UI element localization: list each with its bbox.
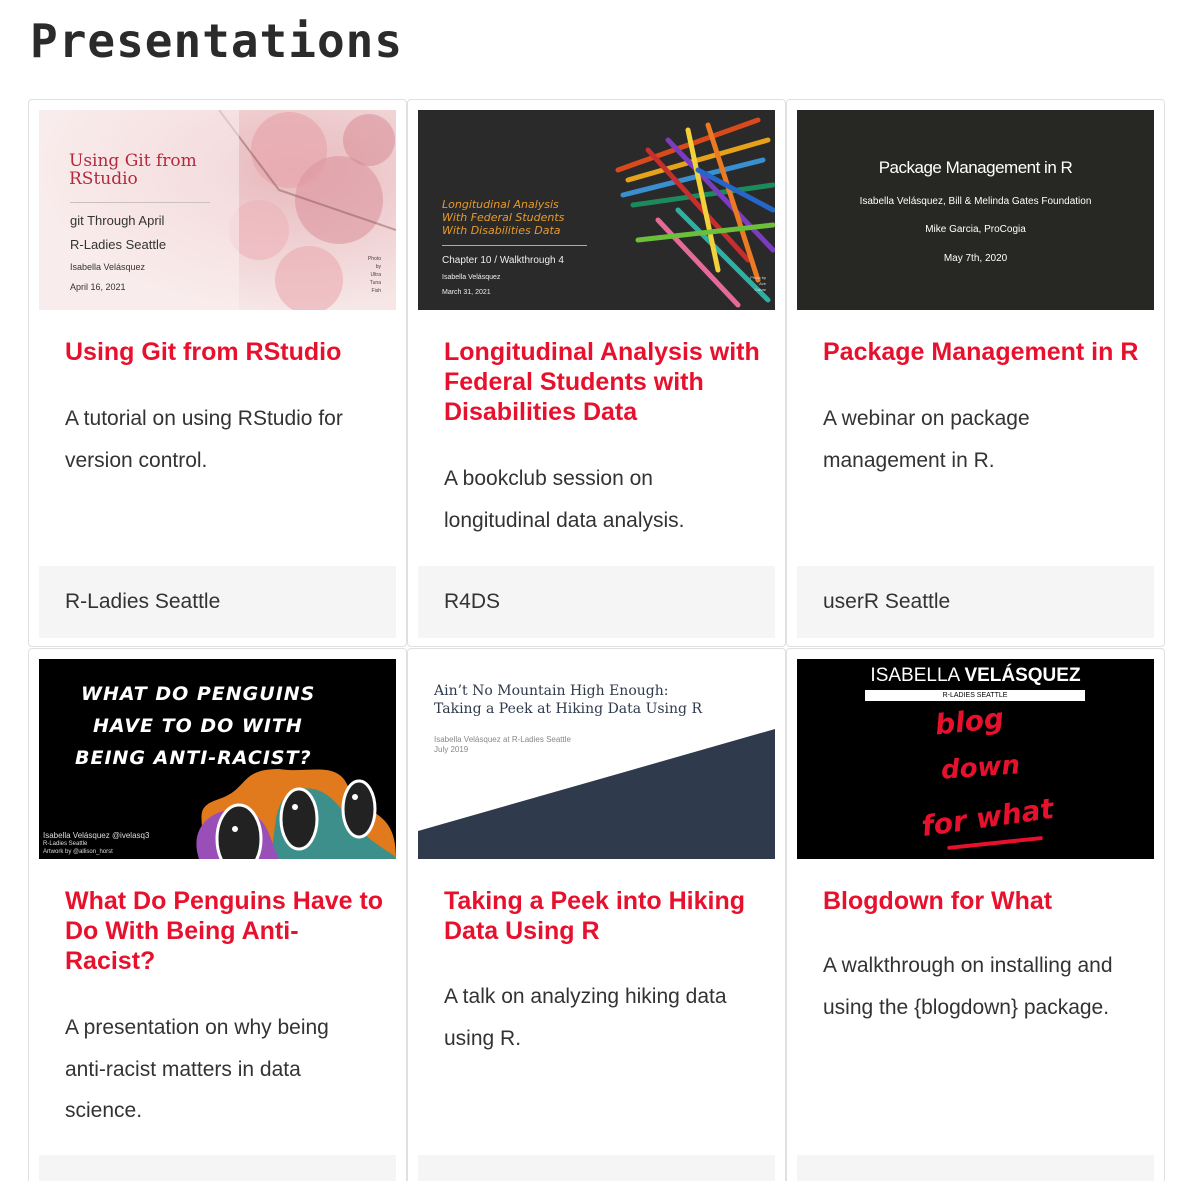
thumb-line-1: git Through April [70,213,165,228]
card-description: A walkthrough on installing and using th… [823,954,1113,1019]
thumb-org: R-Ladies Seattle [43,841,88,847]
thumb-title: Package Management in R [878,158,1073,177]
presentation-card-package-management[interactable]: Package Management in R Isabella Velásqu… [786,99,1165,647]
thumb-credit: Photo by Ave Calvar [750,275,766,292]
card-title-link[interactable]: Package Management in R [823,337,1143,367]
card-title-link[interactable]: Taking a Peek into Hiking Data Using R [444,886,764,946]
card-description: A talk on analyzing hiking data using R. [444,985,727,1050]
thumb-word-2: down [940,750,1021,786]
thumb-title-3: With Disabilities Data [442,224,561,237]
card-description: A bookclub session on longitudinal data … [444,467,685,532]
card-footer: userR Seattle [797,566,1154,638]
card-thumbnail[interactable]: ISABELLA VELÁSQUEZ R-LADIES SEATTLE blog… [797,659,1154,859]
card-description: A presentation on why being anti-racist … [65,1016,329,1122]
thumb-title-2: Taking a Peek at Hiking Data Using R [434,701,703,717]
thumb-line-1: WHAT DO PENGUINS [81,683,316,705]
thumb-title-1: Ain’t No Mountain High Enough: [434,683,669,699]
presentation-card-blogdown[interactable]: ISABELLA VELÁSQUEZ R-LADIES SEATTLE blog… [786,648,1165,1181]
thumb-line-1: Isabella Velásquez, Bill & Melinda Gates… [859,196,1092,207]
thumb-line-2: Mike Garcia, ProCogia [925,224,1026,235]
thumb-title: Using Git from RStudio [69,151,197,189]
thumb-date: July 2019 [434,745,469,754]
presentation-card-git[interactable]: Using Git from RStudio git Through April… [28,99,407,647]
thumb-first-name: ISABELLA [870,665,960,686]
card-thumbnail[interactable]: Using Git from RStudio git Through April… [39,110,396,310]
thumb-author: Isabella Velásquez @ivelasq3 [43,831,150,840]
card-footer [797,1155,1154,1181]
thumb-title-1: Longitudinal Analysis [442,198,559,211]
card-title-link[interactable]: Blogdown for What [823,886,1143,916]
thumb-date: May 7th, 2020 [943,253,1008,264]
thumb-credit: Artwork by @allison_horst [43,849,113,855]
thumb-line-2: R-Ladies Seattle [70,237,167,252]
card-title-link[interactable]: Using Git from RStudio [65,337,385,367]
thumb-name: ISABELLA VELÁSQUEZ [797,665,1154,687]
thumb-author: Isabella Velásquez [442,274,501,281]
card-footer: R-Ladies Seattle [39,566,396,638]
thumb-line-2: HAVE TO DO WITH [93,715,303,737]
thumb-line-3: BEING ANTI-RACIST? [75,747,312,769]
card-title-link[interactable]: Longitudinal Analysis with Federal Stude… [444,337,764,427]
presentation-card-penguins[interactable]: WHAT DO PENGUINS HAVE TO DO WITH BEING A… [28,648,407,1181]
thumb-last-name: VELÁSQUEZ [964,665,1081,686]
thumb-date: March 31, 2021 [442,289,491,296]
thumb-divider [442,245,587,246]
thumb-word-3: for what [919,791,1056,844]
card-description: A webinar on package management in R. [823,407,1030,472]
presentation-card-hiking[interactable]: Ain’t No Mountain High Enough: Taking a … [407,648,786,1181]
thumb-chapter: Chapter 10 / Walkthrough 4 [442,255,564,266]
card-title-link[interactable]: What Do Penguins Have to Do With Being A… [65,886,385,976]
card-description: A tutorial on using RStudio for version … [65,407,343,472]
thumb-title-2: With Federal Students [442,211,565,224]
thumb-underline [947,835,1043,851]
presentation-card-longitudinal[interactable]: Longitudinal Analysis With Federal Stude… [407,99,786,647]
card-thumbnail[interactable]: WHAT DO PENGUINS HAVE TO DO WITH BEING A… [39,659,396,859]
thumb-org-banner: R-LADIES SEATTLE [865,690,1085,701]
thumb-word-1: blog [933,701,1006,742]
card-footer [418,1155,775,1181]
card-thumbnail[interactable]: Longitudinal Analysis With Federal Stude… [418,110,775,310]
thumb-date: April 16, 2021 [70,282,126,292]
card-footer [39,1155,396,1181]
thumb-divider [70,202,210,203]
thumb-author: Isabella Velásquez at R-Ladies Seattle [434,735,571,744]
page-title: Presentations [30,14,404,68]
thumb-author: Isabella Velásquez [70,262,146,272]
card-footer: R4DS [418,566,775,638]
thumb-credit: Photo by Ultra Tuna Fish [367,256,381,294]
card-thumbnail[interactable]: Package Management in R Isabella Velásqu… [797,110,1154,310]
card-thumbnail[interactable]: Ain’t No Mountain High Enough: Taking a … [418,659,775,859]
